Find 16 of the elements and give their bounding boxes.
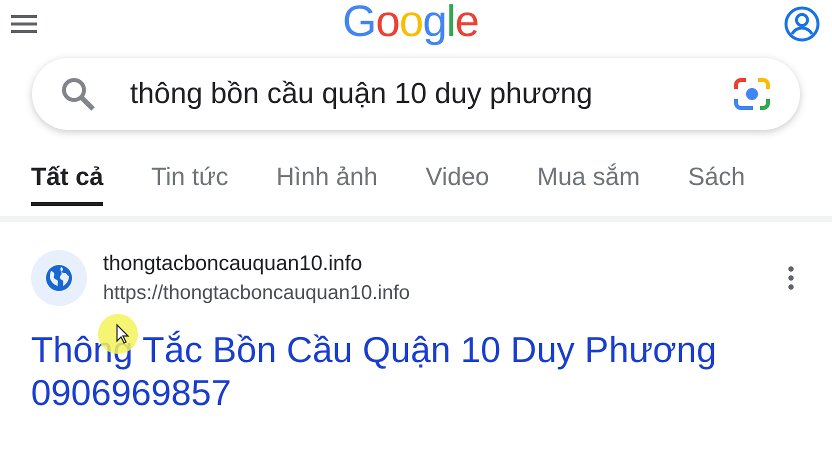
menu-icon[interactable] <box>11 15 37 33</box>
tab[interactable]: Sách <box>688 163 745 206</box>
search-icon <box>60 76 96 112</box>
search-field[interactable]: thông bồn cầu quận 10 duy phương <box>32 58 800 130</box>
site-url[interactable]: https://thongtacboncauquan10.info <box>103 282 410 304</box>
result-title[interactable]: Thông Tắc Bồn Cầu Quận 10 Duy Phương 0906969857 <box>31 328 791 414</box>
tab[interactable]: Tin tức <box>151 163 228 206</box>
account-icon[interactable] <box>784 6 820 42</box>
google-logo: Google <box>342 0 478 46</box>
tab[interactable]: Tất cả <box>31 163 104 206</box>
tab[interactable]: Hình ảnh <box>276 163 378 206</box>
more-icon[interactable] <box>788 266 794 290</box>
camera-icon[interactable] <box>732 75 772 113</box>
tab[interactable]: Video <box>426 163 490 206</box>
site-name[interactable]: thongtacboncauquan10.info <box>103 252 362 276</box>
tab[interactable]: Mua sắm <box>537 163 640 206</box>
